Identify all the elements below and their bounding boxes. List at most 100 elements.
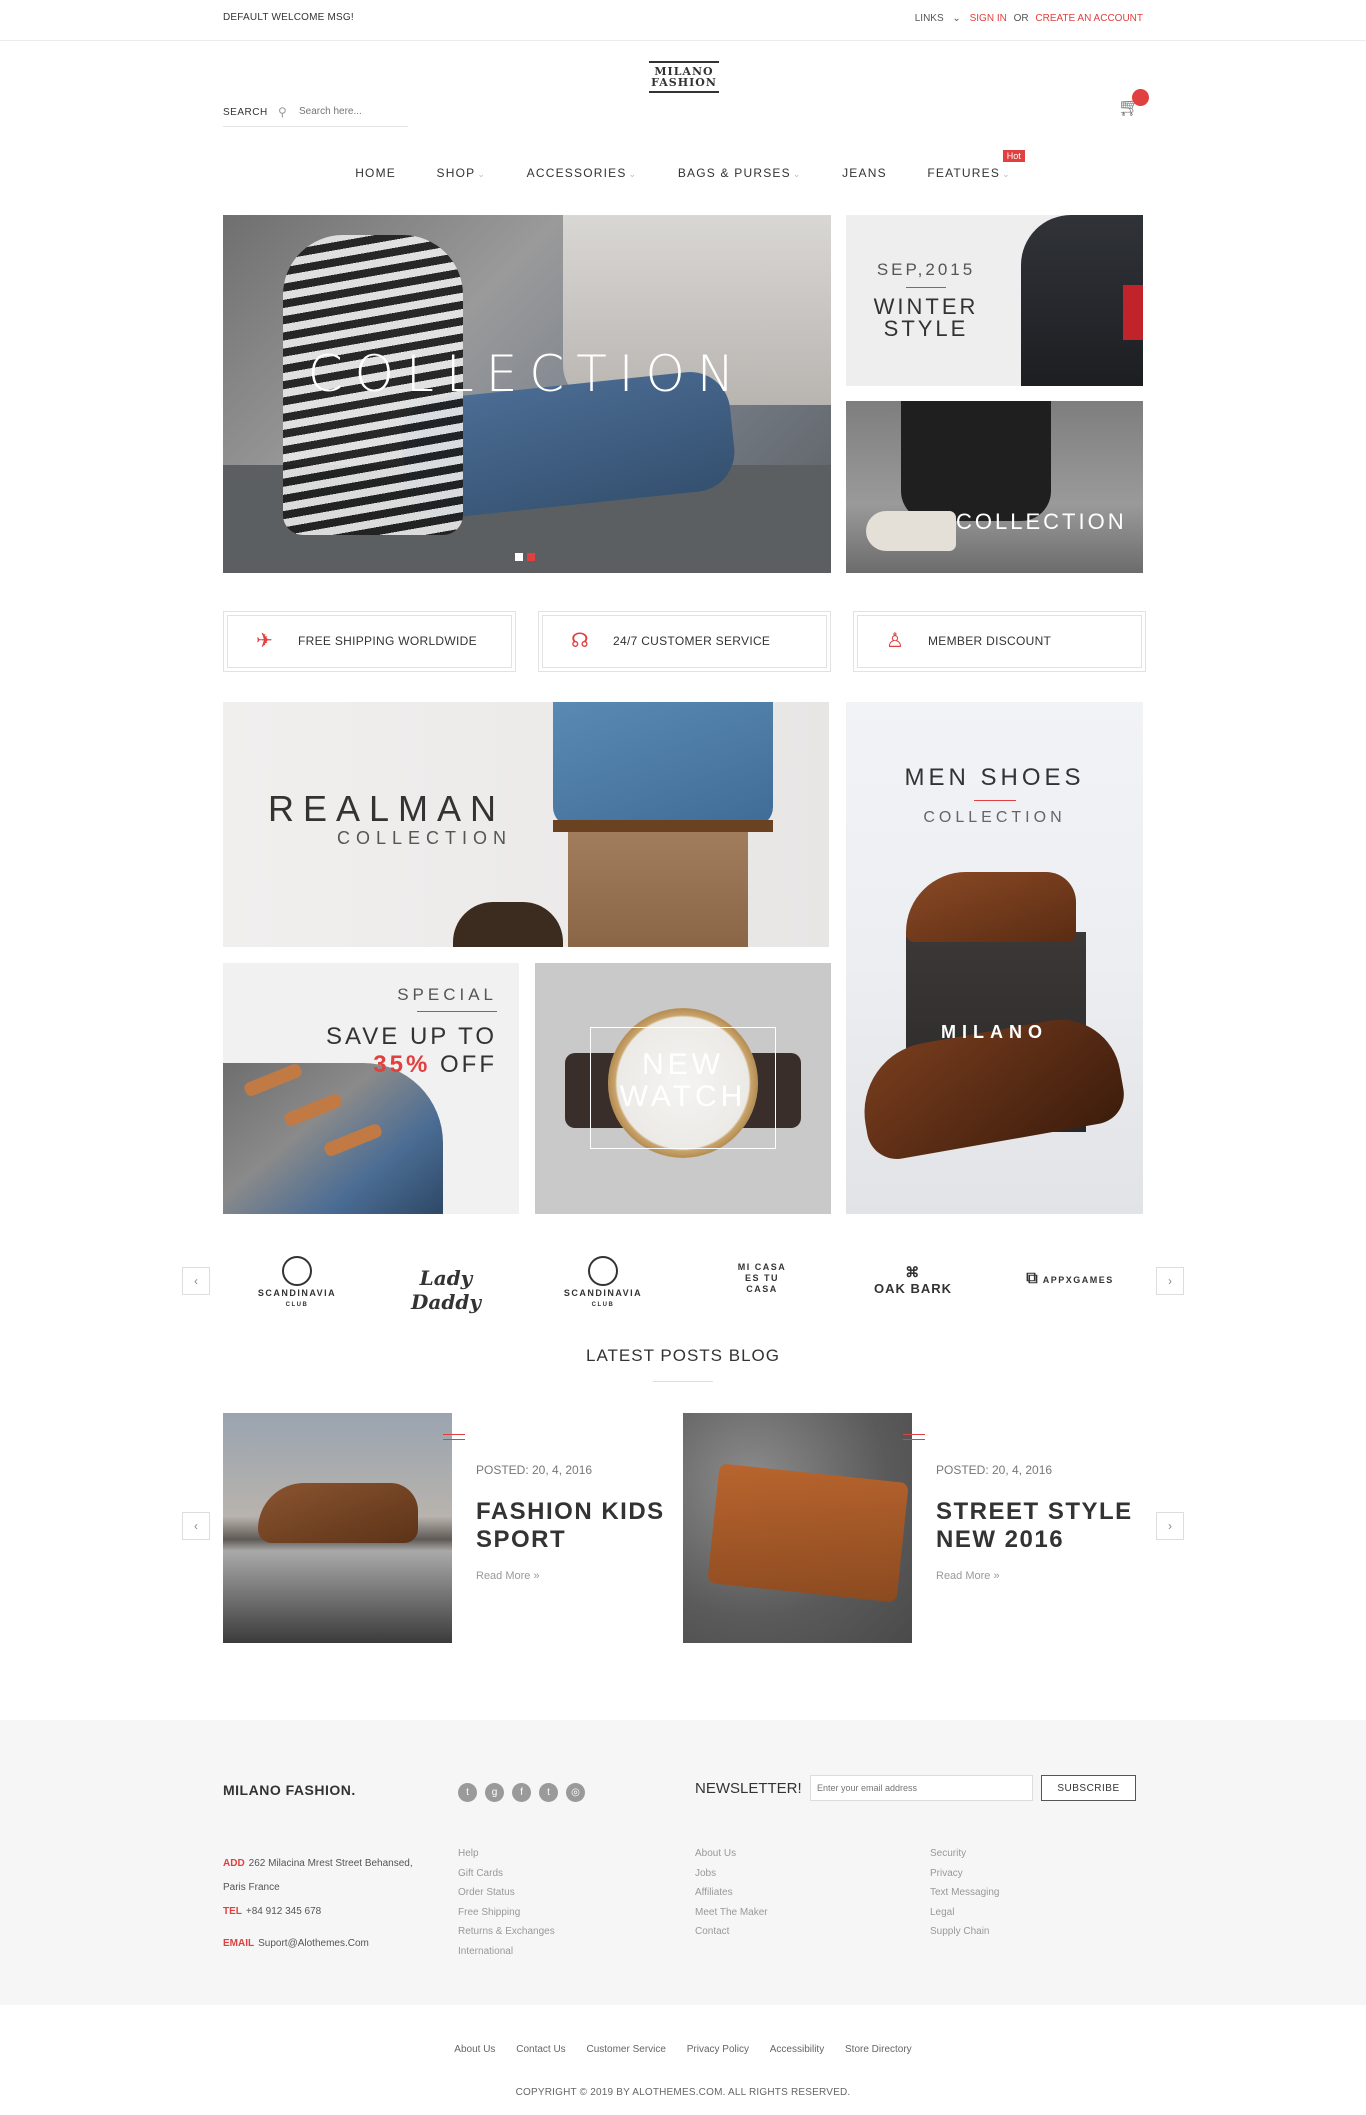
create-account-link[interactable]: CREATE AN ACCOUNT [1035, 13, 1143, 24]
email-value[interactable]: Suport@Alothemes.Com [258, 1938, 369, 1949]
bottom-link[interactable]: Accessibility [770, 2044, 824, 2055]
bottom-link[interactable]: Contact Us [516, 2044, 565, 2055]
contact-address: ADD 262 Milacina Mrest Street Behansed, [223, 1852, 413, 1876]
nav-item-shop[interactable]: SHOP ⌄ [437, 166, 487, 180]
footer-link[interactable]: Privacy [930, 1864, 999, 1884]
headset-icon: ☊ [571, 630, 590, 652]
chevron-right-icon: › [1168, 1519, 1172, 1533]
welcome-message: DEFAULT WELCOME MSG! [223, 12, 354, 23]
brand-sub: CLUB [591, 1302, 615, 1308]
new-watch-banner[interactable]: NEW WATCH [535, 963, 831, 1214]
footer-link[interactable]: Help [458, 1844, 555, 1864]
post-title[interactable]: STREET STYLE NEW 2016 [936, 1498, 1133, 1554]
footer-link[interactable]: Gift Cards [458, 1864, 555, 1884]
nav-item-accessories[interactable]: ACCESSORIES ⌄ [527, 166, 638, 180]
banner-subtitle: COLLECTION [923, 809, 1066, 826]
nav-item-jeans[interactable]: JEANS [842, 166, 887, 180]
footer-link[interactable]: Free Shipping [458, 1903, 555, 1923]
plane-icon: ✈ [256, 630, 274, 652]
search-box: SEARCH ⚲ [223, 105, 408, 127]
footer-link[interactable]: Jobs [695, 1864, 768, 1884]
footer-link[interactable]: Returns & Exchanges [458, 1922, 555, 1942]
nav-item-bags-purses[interactable]: BAGS & PURSES ⌄ [678, 166, 802, 180]
google-plus-icon[interactable]: g [485, 1783, 504, 1802]
brand-logo[interactable]: SCANDINAVIA CLUB [237, 1256, 357, 1308]
logo-ornament [649, 61, 719, 63]
footer-link[interactable]: Text Messaging [930, 1883, 999, 1903]
post-image[interactable] [683, 1413, 912, 1643]
post-title-line: SPORT [476, 1526, 567, 1553]
footer-link[interactable]: Meet The Maker [695, 1903, 768, 1923]
read-more-link[interactable]: Read More » [476, 1570, 540, 1582]
twitter-icon[interactable]: t [458, 1783, 477, 1802]
divider [906, 287, 946, 288]
carousel-prev-button[interactable]: ‹ [182, 1267, 210, 1295]
links-label: LINKS [914, 13, 944, 24]
street-collection-banner[interactable]: COLLECTION [846, 401, 1143, 573]
feature-label: MEMBER DISCOUNT [928, 634, 1052, 648]
bottom-link[interactable]: Privacy Policy [687, 2044, 749, 2055]
post-title-line: STREET STYLE [936, 1498, 1133, 1525]
links-dropdown[interactable]: LINKS ⌄ [909, 13, 961, 24]
blog-next-button[interactable]: › [1156, 1512, 1184, 1540]
instagram-icon[interactable]: ◎ [566, 1783, 585, 1802]
brand-logo[interactable]: ⧉ APPXGAMES [1010, 1270, 1130, 1320]
footer-link[interactable]: Affiliates [695, 1883, 768, 1903]
bottom-links: About Us Contact Us Customer Service Pri… [0, 2044, 1366, 2055]
carousel-next-button[interactable]: › [1156, 1267, 1184, 1295]
subscribe-button[interactable]: SUBSCRIBE [1041, 1775, 1136, 1801]
footer-link[interactable]: International [458, 1942, 555, 1962]
lighthouse-icon [282, 1256, 312, 1286]
brand-logo[interactable]: SCANDINAVIA CLUB [543, 1256, 663, 1308]
footer-link[interactable]: Legal [930, 1903, 999, 1923]
chevron-left-icon: ‹ [194, 1274, 198, 1288]
footer-link[interactable]: Security [930, 1844, 999, 1864]
banner-title-line: NEW [642, 1048, 724, 1081]
brand-logo[interactable]: ⌘ OAK BARK [853, 1264, 973, 1314]
model-image [553, 702, 773, 827]
footer-column-3: Security Privacy Text Messaging Legal Su… [930, 1844, 999, 1942]
nav-item-features[interactable]: FEATURES ⌄ Hot [927, 150, 1025, 180]
realman-collection-banner[interactable]: REALMAN COLLECTION [223, 702, 829, 947]
facebook-icon[interactable]: f [512, 1783, 531, 1802]
post-marker [903, 1434, 925, 1440]
chevron-down-icon: ⌄ [1002, 169, 1011, 179]
post-title[interactable]: FASHION KIDS SPORT [476, 1498, 665, 1554]
slider-dot[interactable] [515, 553, 523, 561]
footer-link[interactable]: Contact [695, 1922, 768, 1942]
box-brand: MILANO [941, 1022, 1048, 1042]
footer-link[interactable]: Supply Chain [930, 1922, 999, 1942]
special-sale-banner[interactable]: SPECIAL SAVE UP TO 35% OFF [223, 963, 519, 1214]
site-logo[interactable]: MILANO FASHION [634, 58, 734, 96]
belt-image [553, 820, 773, 832]
search-icon[interactable]: ⚲ [278, 105, 287, 119]
cart-button[interactable]: 🛒︎ [1118, 89, 1149, 118]
hero-slider[interactable]: COLLECTION [223, 215, 831, 573]
tel-value[interactable]: +84 912 345 678 [246, 1906, 321, 1917]
brand-logo[interactable]: MI CASA ES TU CASA [702, 1262, 822, 1312]
nav-item-home[interactable]: HOME [355, 166, 396, 180]
bottom-link[interactable]: Customer Service [586, 2044, 665, 2055]
bottom-link[interactable]: About Us [454, 2044, 495, 2055]
men-shoes-banner[interactable]: MEN SHOES COLLECTION MILANO [846, 702, 1143, 1214]
blog-prev-button[interactable]: ‹ [182, 1512, 210, 1540]
footer-link[interactable]: Order Status [458, 1883, 555, 1903]
brand-name: OAK BARK [873, 1281, 953, 1296]
acorn-icon: ⌘ [905, 1264, 921, 1280]
search-input[interactable] [299, 106, 404, 117]
bottom-link[interactable]: Store Directory [845, 2044, 912, 2055]
footer-link[interactable]: About Us [695, 1844, 768, 1864]
newsletter-email-input[interactable] [810, 1775, 1033, 1801]
post-title-line: FASHION KIDS [476, 1498, 665, 1525]
brand-logo[interactable]: Lady Daddy [386, 1256, 506, 1314]
sign-in-link[interactable]: SIGN IN [970, 13, 1007, 24]
tumblr-icon[interactable]: t [539, 1783, 558, 1802]
read-more-link[interactable]: Read More » [936, 1570, 1000, 1582]
slider-dot-active[interactable] [527, 553, 535, 561]
copyright: COPYRIGHT © 2019 BY ALOTHEMES.COM. ALL R… [515, 2087, 851, 2098]
sale-percent-value: 35% [373, 1051, 431, 1078]
winter-style-banner[interactable]: SEP,2015 WINTER STYLE [846, 215, 1143, 386]
post-image[interactable] [223, 1413, 452, 1643]
or-text: OR [1013, 13, 1029, 24]
hero-title: COLLECTION [307, 345, 747, 403]
